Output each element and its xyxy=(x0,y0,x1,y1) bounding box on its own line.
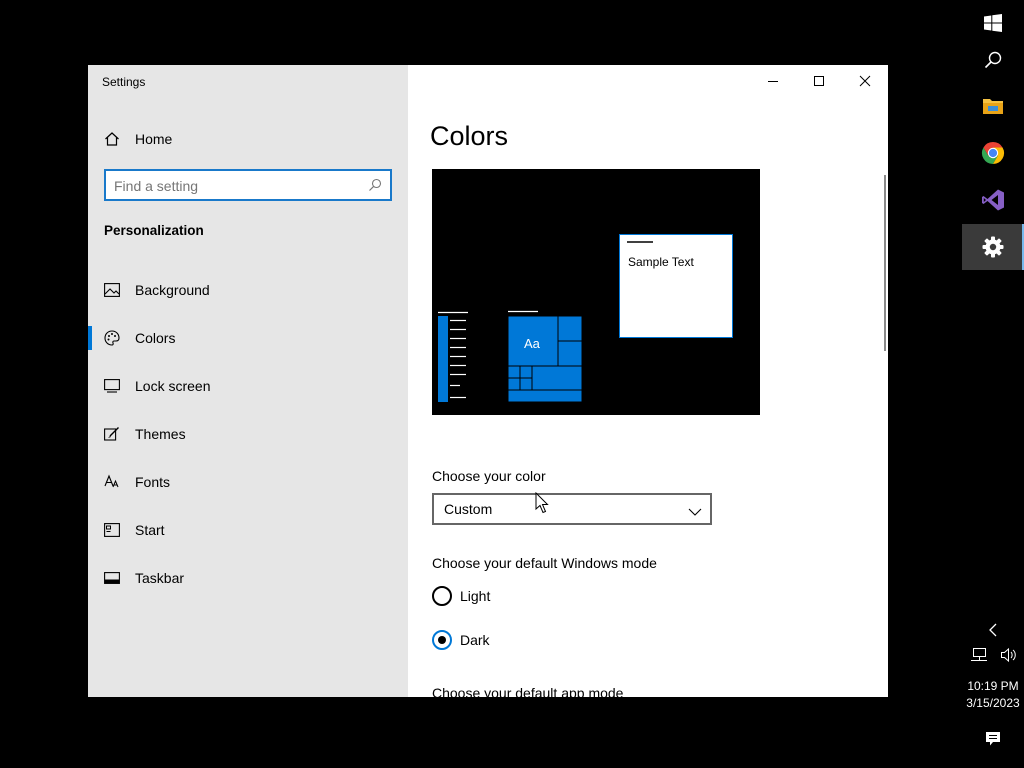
search-icon[interactable] xyxy=(368,178,382,192)
brush-icon xyxy=(104,426,120,442)
mouse-cursor-icon xyxy=(535,492,549,514)
sidebar-item-colors[interactable]: Colors xyxy=(88,314,408,362)
sidebar-item-label: Colors xyxy=(135,330,176,346)
sidebar: Settings Home Personalization Background xyxy=(88,65,408,697)
taskbar: 10:19 PM 3/15/2023 xyxy=(962,0,1024,768)
lock-screen-icon xyxy=(104,378,120,394)
clock-time[interactable]: 10:19 PM xyxy=(962,679,1024,693)
sidebar-item-label: Background xyxy=(135,282,210,298)
main-content: Colors Aa Sample Text Choose your color … xyxy=(408,65,888,697)
maximize-icon xyxy=(814,76,824,86)
window-title: Settings xyxy=(102,75,146,89)
sidebar-nav: Background Colors Lock screen Themes Fon… xyxy=(88,266,408,602)
radio-circle[interactable] xyxy=(432,586,452,606)
choose-color-value: Custom xyxy=(444,501,493,517)
notification-icon xyxy=(986,732,1000,746)
maximize-button[interactable] xyxy=(796,65,842,97)
radio-light[interactable]: Light xyxy=(432,586,490,606)
system-tray xyxy=(970,645,1018,665)
sidebar-item-label: Themes xyxy=(135,426,186,442)
minimize-button[interactable] xyxy=(750,65,796,97)
home-label: Home xyxy=(135,131,173,147)
fonts-icon xyxy=(104,474,120,490)
palette-icon xyxy=(104,330,120,346)
scrollbar[interactable] xyxy=(884,175,886,351)
sidebar-item-label: Lock screen xyxy=(135,378,211,394)
sidebar-item-label: Fonts xyxy=(135,474,171,490)
choose-color-dropdown[interactable]: Custom xyxy=(432,493,712,525)
file-explorer-icon xyxy=(983,99,1003,114)
taskbar-chrome[interactable] xyxy=(962,130,1024,176)
search-button[interactable] xyxy=(962,37,1024,83)
windows-mode-label: Choose your default Windows mode xyxy=(432,555,657,571)
sidebar-item-start[interactable]: Start xyxy=(88,506,408,554)
sidebar-item-label: Taskbar xyxy=(135,570,185,586)
taskbar-file-explorer[interactable] xyxy=(962,83,1024,129)
chevron-left-icon xyxy=(989,623,997,637)
sidebar-item-fonts[interactable]: Fonts xyxy=(88,458,408,506)
section-title: Personalization xyxy=(104,223,204,238)
settings-icon xyxy=(982,236,1004,258)
volume-icon[interactable] xyxy=(1000,647,1018,663)
search-box[interactable] xyxy=(104,169,392,201)
color-preview: Aa Sample Text xyxy=(432,169,760,415)
preview-sample-text: Sample Text xyxy=(628,255,694,269)
picture-icon xyxy=(104,282,120,298)
choose-color-label: Choose your color xyxy=(432,468,546,484)
home-link[interactable]: Home xyxy=(104,129,172,149)
search-input[interactable] xyxy=(114,177,364,195)
settings-window: Settings Home Personalization Background xyxy=(88,65,888,697)
taskbar-settings[interactable] xyxy=(962,224,1024,270)
radio-circle[interactable] xyxy=(432,630,452,650)
sidebar-item-label: Start xyxy=(135,522,165,538)
close-button[interactable] xyxy=(842,65,888,97)
page-title: Colors xyxy=(430,121,509,151)
chrome-icon xyxy=(981,142,1005,164)
app-mode-label: Choose your default app mode xyxy=(432,685,624,697)
sidebar-item-taskbar[interactable]: Taskbar xyxy=(88,554,408,602)
sidebar-item-themes[interactable]: Themes xyxy=(88,410,408,458)
minimize-icon xyxy=(768,81,778,82)
radio-dark[interactable]: Dark xyxy=(432,630,490,650)
close-icon xyxy=(859,75,871,87)
search-icon xyxy=(984,51,1002,69)
preview-illustration xyxy=(438,234,733,403)
sidebar-item-background[interactable]: Background xyxy=(88,266,408,314)
action-center-button[interactable] xyxy=(962,716,1024,762)
visual-studio-icon xyxy=(982,189,1004,211)
network-icon[interactable] xyxy=(970,647,988,663)
radio-label: Light xyxy=(460,588,491,604)
preview-tile-text: Aa xyxy=(524,336,540,351)
taskbar-icon xyxy=(104,570,120,586)
chevron-down-icon xyxy=(688,504,702,516)
radio-label: Dark xyxy=(460,632,490,648)
taskbar-visual-studio[interactable] xyxy=(962,177,1024,223)
clock-date[interactable]: 3/15/2023 xyxy=(962,696,1024,710)
windows-start-icon xyxy=(984,14,1002,32)
home-icon xyxy=(104,131,120,147)
window-controls xyxy=(750,65,888,97)
sidebar-item-lock-screen[interactable]: Lock screen xyxy=(88,362,408,410)
start-icon xyxy=(104,522,120,538)
